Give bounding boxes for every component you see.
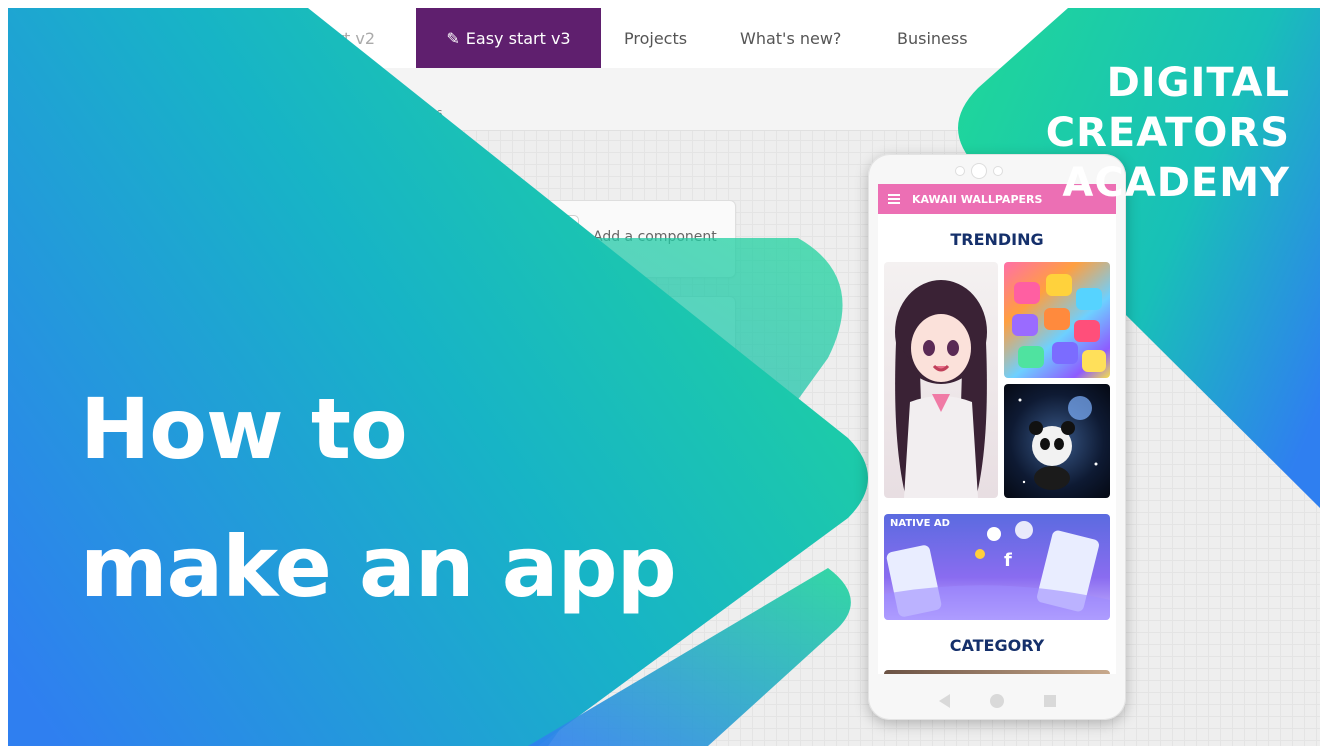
nav-easy-start-v2[interactable]: start v2	[313, 8, 375, 68]
add-component-card[interactable]: Add a component	[526, 200, 736, 278]
category-heading: CATEGORY	[949, 636, 1045, 655]
trending-heading: TRENDING	[950, 230, 1044, 249]
phone-screen: KAWAII WALLPAPERS TRENDING NATIVE AD f C…	[878, 184, 1116, 674]
nav-projects[interactable]: Projects	[624, 8, 687, 68]
nav-easy-start-v3[interactable]: ✎ Easy start v3	[416, 8, 601, 68]
nav-business[interactable]: Business	[897, 8, 968, 68]
svg-text:f: f	[1004, 550, 1012, 571]
wallpaper-anime-girl[interactable]	[884, 262, 998, 498]
headline-line-1: How to	[80, 380, 408, 478]
phone-speaker	[956, 164, 1026, 178]
app-title: KAWAII WALLPAPERS	[912, 192, 1043, 206]
native-ad-label: NATIVE AD	[890, 518, 950, 529]
android-nav-keys	[868, 682, 1126, 720]
wallpaper-jelly-cubes[interactable]	[1004, 262, 1110, 378]
thumbnail-frame: start v2 ✎ Easy start v3 Projects What's…	[8, 8, 1320, 746]
native-ad-banner[interactable]: NATIVE AD f	[884, 514, 1110, 620]
headline-line-2: make an app	[80, 518, 677, 616]
project-breadcrumb: app1365876	[373, 108, 443, 121]
add-component-label: Add a component	[593, 229, 717, 245]
component-icon	[541, 215, 584, 268]
headline: How to make an app	[80, 360, 677, 636]
wallpaper-space-panda[interactable]	[1004, 384, 1110, 498]
magic-wand-icon: ✎	[446, 28, 460, 48]
phone-mockup: KAWAII WALLPAPERS TRENDING NATIVE AD f C…	[868, 154, 1126, 720]
home-key-icon[interactable]	[989, 694, 1004, 708]
theme-label: ete Theme	[627, 325, 703, 341]
back-key-icon[interactable]	[938, 694, 950, 708]
recent-apps-key-icon[interactable]	[1043, 695, 1056, 707]
hamburger-menu-icon[interactable]	[888, 192, 900, 206]
category-thumbnail[interactable]	[884, 670, 1110, 674]
nav-whats-new[interactable]: What's new?	[740, 8, 841, 68]
brand-logo-text: DIGITAL CREATORS ACADEMY	[1045, 60, 1290, 206]
